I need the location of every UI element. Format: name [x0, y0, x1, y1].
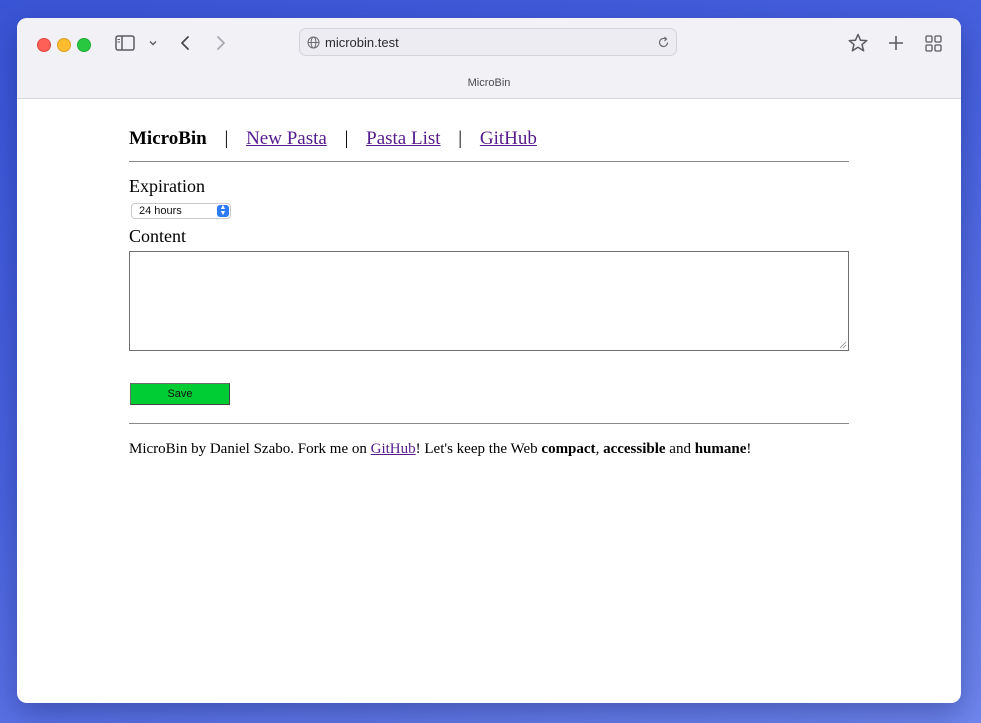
globe-icon: [307, 36, 320, 49]
save-button[interactable]: Save: [130, 383, 230, 405]
nav-separator: |: [344, 128, 349, 149]
select-arrows-icon: ▲ ▼: [217, 204, 229, 217]
plus-icon[interactable]: [887, 34, 905, 52]
zoom-window-button[interactable]: [77, 38, 91, 52]
resize-grip-icon[interactable]: [839, 341, 847, 349]
nav-link-github[interactable]: GitHub: [480, 128, 537, 149]
forward-icon[interactable]: [215, 35, 227, 51]
tab-title[interactable]: MicroBin: [17, 77, 961, 89]
back-icon[interactable]: [179, 35, 191, 51]
nav-separator: |: [458, 128, 463, 149]
grid-icon[interactable]: [925, 35, 942, 52]
divider: [129, 161, 849, 162]
expiration-value: 24 hours: [139, 205, 182, 217]
expiration-select[interactable]: 24 hours ▲ ▼: [131, 203, 231, 219]
footer-text: ,: [595, 441, 604, 457]
content-textarea[interactable]: [129, 251, 849, 351]
brand-title: MicroBin: [129, 128, 207, 149]
chevron-down-icon[interactable]: [148, 38, 158, 48]
content-label: Content: [129, 226, 186, 246]
nav-link-pasta-list[interactable]: Pasta List: [366, 128, 440, 149]
browser-window: microbin.test MicroBin MicroBin | New Pa…: [17, 18, 961, 703]
footer-bold-humane: humane: [694, 441, 747, 457]
divider: [129, 423, 849, 424]
footer-bold-compact: compact: [541, 441, 596, 457]
minimize-window-button[interactable]: [57, 38, 71, 52]
reload-icon[interactable]: [657, 36, 670, 49]
footer-text: ! Let's keep the Web: [415, 441, 542, 457]
expiration-label: Expiration: [129, 176, 205, 196]
footer-github-link[interactable]: GitHub: [371, 441, 416, 457]
nav-separator: |: [224, 128, 229, 149]
close-window-button[interactable]: [37, 38, 51, 52]
url-text: microbin.test: [325, 35, 399, 50]
sidebar-icon[interactable]: [115, 35, 135, 51]
address-bar[interactable]: microbin.test: [299, 28, 677, 56]
footer-text: and: [665, 441, 695, 457]
footer-text: MicroBin by Daniel Szabo. Fork me on: [129, 441, 371, 457]
footer-bold-accessible: accessible: [603, 441, 666, 457]
page-content: MicroBin | New Pasta | Pasta List | GitH…: [129, 99, 849, 458]
footer: MicroBin by Daniel Szabo. Fork me on Git…: [129, 441, 849, 458]
star-icon[interactable]: [847, 33, 869, 53]
top-nav: MicroBin | New Pasta | Pasta List | GitH…: [129, 128, 849, 152]
nav-link-new-pasta[interactable]: New Pasta: [246, 128, 327, 149]
footer-text: !: [746, 441, 752, 457]
browser-toolbar: microbin.test MicroBin: [17, 18, 961, 99]
